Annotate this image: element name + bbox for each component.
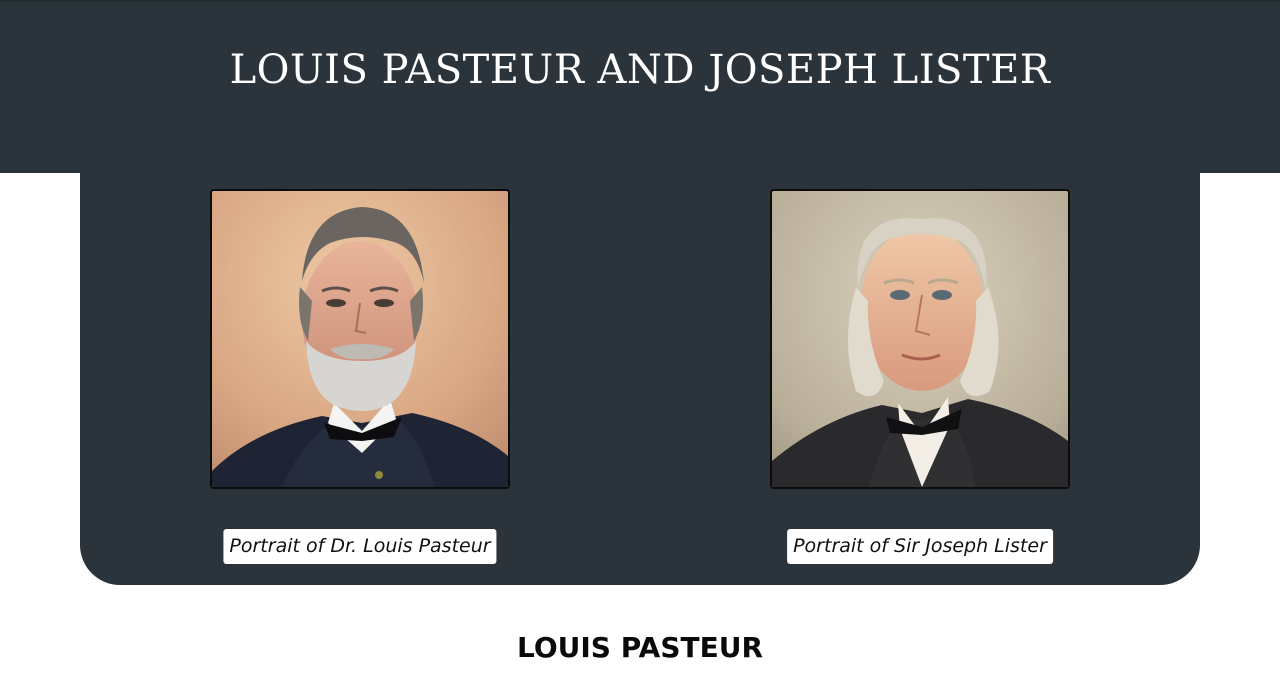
portrait-image-pasteur <box>210 189 510 489</box>
portrait-image-lister <box>770 189 1070 489</box>
portrait-caption-lister: Portrait of Sir Joseph Lister <box>787 529 1053 564</box>
page-header: LOUIS PASTEUR AND JOSEPH LISTER <box>0 0 1280 173</box>
portrait-caption-pasteur: Portrait of Dr. Louis Pasteur <box>223 529 497 564</box>
section-heading-pasteur: LOUIS PASTEUR <box>516 631 764 664</box>
page-title: LOUIS PASTEUR AND JOSEPH LISTER <box>229 47 1051 93</box>
portrait-gallery: Portrait of Dr. Louis Pasteur Portrait o… <box>80 172 1200 585</box>
portrait-card-pasteur: Portrait of Dr. Louis Pasteur <box>210 189 510 564</box>
portrait-card-lister: Portrait of Sir Joseph Lister <box>770 189 1070 564</box>
